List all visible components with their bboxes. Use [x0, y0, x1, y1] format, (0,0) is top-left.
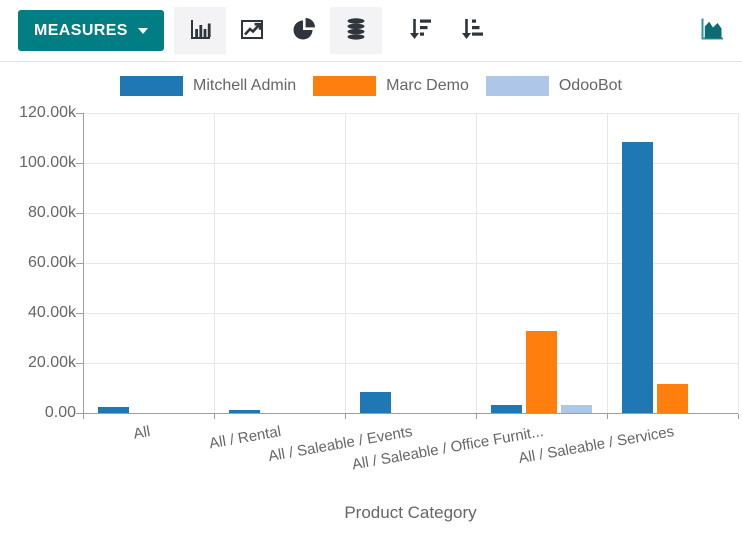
y-axis-labels: 120.00k100.00k80.00k60.00k40.00k20.00k0.… [0, 113, 76, 425]
y-axis-tick-label: 60.00k [28, 254, 76, 272]
legend-label: Marc Demo [386, 77, 469, 95]
v-gridline [345, 113, 346, 413]
chart-legend: Mitchell Admin Marc Demo OdooBot [0, 76, 742, 96]
area-chart-button[interactable] [698, 15, 726, 46]
y-axis-tick-label: 80.00k [28, 204, 76, 222]
stacked-toggle-button[interactable] [330, 7, 382, 54]
bar-mitchell-admin-3[interactable] [491, 405, 522, 413]
chart-type-button-group [174, 7, 382, 54]
y-tick-mark [76, 413, 83, 414]
y-axis-tick-label: 100.00k [19, 154, 76, 172]
y-tick-mark [76, 263, 83, 264]
x-tick-mark [738, 414, 739, 419]
graph-toolbar: MEASURES [0, 0, 742, 62]
x-tick-mark [214, 414, 215, 419]
x-axis-tick-label: All [132, 424, 151, 443]
y-axis-tick-label: 40.00k [28, 304, 76, 322]
sort-ascending-button[interactable] [446, 7, 498, 54]
legend-label: Mitchell Admin [193, 77, 296, 95]
y-axis-tick-label: 0.00 [45, 404, 76, 422]
caret-down-icon [138, 28, 148, 34]
sort-descending-icon [405, 14, 435, 47]
legend-item-marc-demo[interactable]: Marc Demo [313, 76, 469, 96]
area-chart-icon [698, 15, 726, 46]
bar-chart-icon [187, 16, 213, 45]
x-axis-line [83, 413, 738, 414]
v-gridline [214, 113, 215, 413]
x-tick-mark [607, 414, 608, 419]
x-tick-mark [83, 414, 84, 419]
y-axis-line [83, 113, 84, 419]
bar-marc-demo-4[interactable] [657, 384, 688, 413]
sort-button-group [394, 7, 498, 54]
v-gridline [476, 113, 477, 413]
legend-item-odoobot[interactable]: OdooBot [486, 76, 622, 96]
stacked-icon [343, 16, 369, 45]
y-tick-mark [76, 363, 83, 364]
legend-swatch [313, 76, 376, 96]
bar-mitchell-admin-2[interactable] [360, 392, 391, 413]
sort-descending-button[interactable] [394, 7, 446, 54]
measures-button-label: MEASURES [34, 22, 128, 40]
legend-swatch [486, 76, 549, 96]
y-tick-mark [76, 113, 83, 114]
legend-item-mitchell-admin[interactable]: Mitchell Admin [120, 76, 296, 96]
legend-label: OdooBot [559, 77, 622, 95]
h-gridline [83, 113, 738, 114]
y-tick-mark [76, 163, 83, 164]
y-axis-tick-label: 20.00k [28, 354, 76, 372]
pie-chart-view-button[interactable] [278, 7, 330, 54]
legend-swatch [120, 76, 183, 96]
y-tick-mark [76, 213, 83, 214]
bar-mitchell-admin-1[interactable] [229, 410, 260, 413]
sort-ascending-icon [457, 14, 487, 47]
bar-odoobot-3[interactable] [561, 405, 592, 413]
odoo-graph-view: MEASURES [0, 0, 742, 534]
bar-mitchell-admin-4[interactable] [622, 142, 653, 413]
line-chart-view-button[interactable] [226, 7, 278, 54]
bar-chart-view-button[interactable] [174, 7, 226, 54]
y-axis-tick-label: 120.00k [19, 104, 76, 122]
v-gridline [607, 113, 608, 413]
bar-mitchell-admin-0[interactable] [98, 407, 129, 413]
plot-area [83, 113, 738, 413]
x-tick-mark [476, 414, 477, 419]
x-axis-title: Product Category [83, 503, 738, 523]
x-tick-mark [345, 414, 346, 419]
bar-marc-demo-3[interactable] [526, 331, 557, 413]
v-gridline [738, 113, 739, 413]
measures-button[interactable]: MEASURES [18, 10, 164, 51]
pie-chart-icon [291, 16, 317, 45]
line-chart-icon [239, 16, 265, 45]
y-tick-mark [76, 313, 83, 314]
